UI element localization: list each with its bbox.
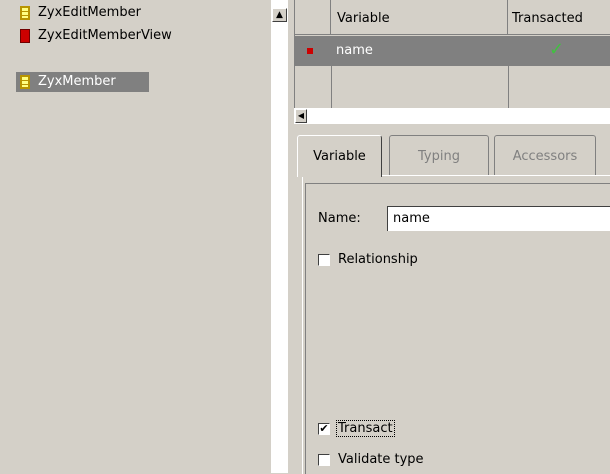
column-divider [508,36,509,108]
relationship-checkbox[interactable] [318,254,330,266]
transact-label[interactable]: Transact [336,420,395,438]
class-item-label: ZyxEditMemberView [38,28,172,43]
scroll-left-icon: ◀ [297,111,305,120]
transacted-check-icon: ✓ [549,39,565,60]
transact-checkbox[interactable]: ✔ [318,423,330,435]
yellow-class-icon [20,75,30,89]
relationship-label[interactable]: Relationship [338,251,418,269]
tab-variable[interactable]: Variable [297,135,382,177]
validate-type-checkbox[interactable] [318,454,330,466]
column-header-label: Variable [337,11,390,26]
column-header-label: Transacted [512,11,583,26]
yellow-class-icon [20,6,30,20]
tab-label: Variable [313,149,366,164]
transact-label-text: Transact [336,420,395,437]
class-item-zyxmember[interactable]: ZyxMember [38,72,116,92]
tab-label: Accessors [512,149,578,164]
checkmark-icon: ✔ [319,422,329,435]
name-label: Name: [318,211,361,226]
class-item-zyxeditmemberview[interactable]: ZyxEditMemberView [38,26,172,46]
tab-label: Typing [418,149,460,164]
scroll-up-button[interactable]: ▲ [272,8,287,22]
class-item-label: ZyxEditMember [38,5,141,20]
scroll-left-button[interactable]: ◀ [295,109,307,123]
name-field[interactable]: name [387,206,610,231]
column-divider [331,36,332,108]
row-variable-cell[interactable]: name [336,42,373,60]
scroll-up-icon: ▲ [276,10,283,20]
class-list-pane [0,0,290,473]
tab-accessors[interactable]: Accessors [494,135,596,175]
table-horizontal-scrollbar[interactable] [294,108,610,124]
row-marker-icon [307,48,313,54]
tab-typing[interactable]: Typing [389,135,489,175]
table-row-header-corner [294,0,331,35]
validate-type-label[interactable]: Validate type [338,451,424,469]
class-item-label: ZyxMember [38,74,116,89]
class-list [0,0,272,473]
class-list-scrollbar[interactable] [271,0,288,473]
class-item-zyxeditmember[interactable]: ZyxEditMember [38,3,141,23]
column-header-transacted[interactable]: Transacted [508,0,610,35]
red-class-icon [20,29,30,43]
column-header-variable[interactable]: Variable [331,0,508,35]
